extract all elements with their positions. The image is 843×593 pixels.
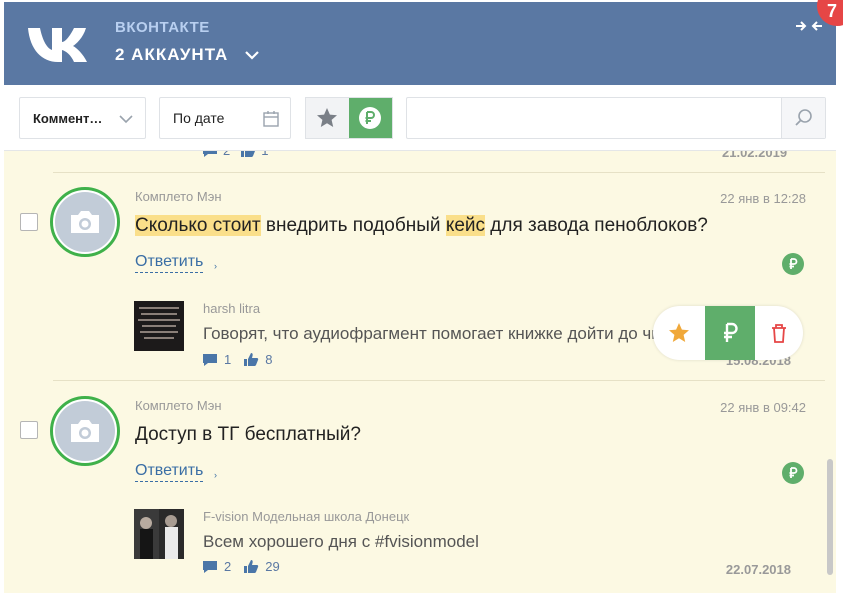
star-icon [317, 108, 338, 127]
date-select-value: По дате [173, 110, 225, 126]
app-window: ВКОНТАКТЕ 2 АККАУНТА 7 Коммент… По дате [0, 0, 843, 593]
date-select[interactable]: По дате [159, 97, 291, 139]
comment-icon [203, 560, 217, 573]
partial-post-date: 21.02.2019 [722, 151, 788, 160]
text-segment: внедрить подобный [260, 215, 446, 236]
camera-icon [71, 420, 99, 442]
search-button[interactable] [781, 98, 825, 138]
like-icon [244, 560, 259, 573]
likes-count: 29 [265, 559, 280, 574]
comments-feed[interactable]: 2 1 21.02.2019 Комплето Мэн [4, 151, 836, 593]
post-stats: 1 8 [202, 352, 284, 367]
type-select[interactable]: Коммент… [19, 97, 146, 139]
chevron-down-icon [245, 51, 260, 60]
camera-icon [71, 211, 99, 233]
comments-count: 2 [224, 559, 232, 574]
accounts-label: 2 АККАУНТА [115, 45, 229, 64]
post-thumbnail[interactable] [134, 301, 184, 351]
post-date: 22.07.2018 [725, 562, 791, 577]
partial-likes-count: 1 [261, 151, 268, 158]
comment-checkbox[interactable] [20, 421, 38, 439]
trash-icon [772, 324, 786, 343]
comment-time: 22 янв в 09:42 [720, 400, 806, 415]
comment-text: Сколько стоит внедрить подобный кейс для… [135, 215, 708, 237]
comment-text: Доступ в ТГ бесплатный? [135, 424, 361, 445]
filter-toolbar: Коммент… По дате [4, 85, 836, 151]
reply-link[interactable]: Ответить [135, 462, 204, 482]
chevron-down-icon [119, 115, 133, 124]
reply-caret-icon: › [214, 470, 217, 480]
post-text[interactable]: Говорят, что аудиофрагмент помогает книж… [203, 324, 713, 344]
favorite-button[interactable] [653, 306, 705, 360]
highlight: Сколько стоит [135, 215, 261, 236]
search-icon [794, 109, 812, 126]
comment-icon [203, 353, 217, 366]
header-bar: ВКОНТАКТЕ 2 АККАУНТА [4, 2, 836, 85]
comment-icon [203, 151, 217, 157]
filter-toggle-group [305, 97, 393, 139]
vk-logo-icon[interactable] [26, 24, 90, 64]
comment-author[interactable]: Комплето Мэн [135, 398, 222, 413]
collapse-arrows-icon[interactable] [794, 18, 824, 34]
likes-count: 8 [265, 352, 273, 367]
reply-link[interactable]: Ответить [135, 253, 204, 273]
brand-title: ВКОНТАКТЕ [115, 19, 210, 36]
accounts-dropdown[interactable]: 2 АККАУНТА [115, 45, 262, 65]
comment-actions-popup [653, 306, 803, 360]
comments-count: 1 [224, 352, 232, 367]
text-segment: для завода пеноблоков? [485, 215, 708, 236]
avatar[interactable] [50, 187, 120, 257]
like-icon [244, 353, 259, 366]
like-icon [241, 151, 256, 157]
scrollbar-thumb[interactable] [827, 459, 833, 575]
post-author[interactable]: F-vision Модельная школа Донецк [203, 509, 409, 524]
avatar[interactable] [50, 396, 120, 466]
comment-checkbox[interactable] [20, 213, 38, 231]
ruble-icon[interactable] [782, 253, 804, 275]
highlight: кейс [445, 215, 486, 236]
post-thumbnail[interactable] [134, 509, 184, 559]
partial-post-stats: 2 1 [202, 151, 268, 158]
comment-item: Комплето Мэн 22 янв в 09:42 Доступ в ТГ … [4, 381, 836, 593]
favorites-filter-button[interactable] [306, 98, 349, 138]
ruble-icon [724, 322, 738, 342]
partial-comments-count: 2 [223, 151, 230, 158]
post-stats: 2 29 [202, 559, 292, 574]
comment-time: 22 янв в 12:28 [720, 191, 806, 206]
post-text[interactable]: Всем хорошего дня с #fvisionmodel [203, 532, 479, 552]
ruble-icon [359, 107, 382, 129]
reply-caret-icon: › [214, 261, 217, 271]
comment-author[interactable]: Комплето Мэн [135, 189, 222, 204]
calendar-icon [263, 111, 279, 127]
search-input[interactable] [407, 98, 781, 138]
paid-filter-button[interactable] [348, 98, 392, 138]
paid-button[interactable] [705, 306, 755, 360]
ruble-icon[interactable] [782, 462, 804, 484]
search-box [406, 97, 826, 139]
star-icon [669, 323, 689, 342]
post-author[interactable]: harsh litra [203, 301, 260, 316]
type-select-value: Коммент… [33, 110, 103, 126]
